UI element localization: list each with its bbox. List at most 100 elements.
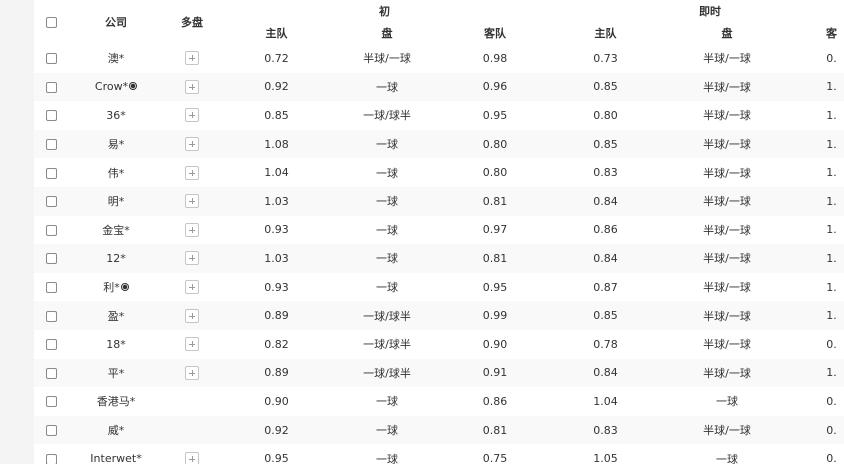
early-line: 一球 — [376, 195, 398, 209]
live-home-odds: 0.73 — [593, 51, 618, 65]
expand-plus-icon[interactable] — [185, 251, 199, 266]
header-company: 公司 — [105, 16, 127, 29]
header-early-line: 盘 — [381, 27, 393, 40]
soccer-ball-icon — [129, 82, 138, 91]
header-live-away: 客 — [826, 27, 838, 40]
company-cell: 易* — [68, 130, 164, 159]
multi-cell — [164, 216, 220, 245]
expand-plus-icon[interactable] — [185, 79, 199, 94]
company-cell: Interwet* — [68, 444, 164, 464]
table-row: 澳* 0.72 半球/一球 0.98 0.73 半球/一球 0. — [34, 44, 844, 73]
live-away-odds: 1. — [826, 280, 837, 294]
row-checkbox[interactable] — [45, 110, 57, 122]
multi-cell — [164, 44, 220, 73]
select-all-checkbox[interactable] — [45, 17, 57, 28]
expand-plus-icon[interactable] — [185, 365, 199, 380]
early-away-odds: 0.98 — [482, 51, 508, 65]
early-away-odds: 0.81 — [482, 194, 508, 208]
company-cell: 利* — [68, 273, 164, 302]
row-checkbox[interactable] — [45, 139, 57, 151]
live-away-odds: 1. — [826, 194, 837, 208]
live-line: 半球/一球 — [703, 338, 751, 352]
company-name: 平* — [107, 366, 125, 380]
select-all-cell — [34, 0, 68, 44]
table-row: 12* 1.03 一球 0.81 0.84 半球/一球 1. — [34, 244, 844, 273]
row-select-cell — [34, 244, 68, 273]
row-checkbox[interactable] — [45, 53, 57, 65]
early-away-odds: 0.97 — [482, 223, 508, 237]
early-away-odds: 0.80 — [482, 166, 508, 180]
row-checkbox[interactable] — [45, 224, 57, 236]
live-away-odds: 0. — [826, 452, 837, 464]
table-row: 易* 1.08 一球 0.80 0.85 半球/一球 1. — [34, 129, 844, 159]
early-home-odds: 0.82 — [264, 337, 289, 351]
early-line: 一球 — [376, 223, 398, 237]
row-checkbox[interactable] — [45, 282, 57, 294]
row-checkbox[interactable] — [45, 310, 57, 322]
company-name: 18* — [106, 337, 126, 351]
multi-cell — [164, 187, 220, 216]
multi-cell — [164, 330, 220, 359]
header-early-home: 主队 — [265, 27, 288, 40]
early-home-odds: 0.93 — [264, 223, 289, 237]
early-away-odds: 0.99 — [482, 309, 508, 323]
expand-plus-icon[interactable] — [185, 194, 199, 209]
soccer-ball-icon — [120, 283, 129, 292]
live-away-odds: 0. — [826, 337, 837, 351]
live-line: 半球/一球 — [703, 366, 751, 380]
live-home-odds: 1.04 — [593, 394, 618, 408]
expand-plus-icon[interactable] — [185, 137, 199, 152]
expand-plus-icon[interactable] — [185, 308, 199, 323]
expand-plus-icon[interactable] — [185, 337, 199, 352]
expand-plus-icon[interactable] — [185, 51, 199, 66]
live-line: 半球/一球 — [703, 166, 751, 180]
early-line: 一球 — [376, 138, 398, 152]
expand-plus-icon[interactable] — [185, 280, 199, 295]
multi-cell — [164, 101, 220, 130]
expand-plus-icon[interactable] — [185, 108, 199, 123]
row-checkbox[interactable] — [45, 196, 57, 208]
live-home-odds: 0.78 — [593, 337, 618, 351]
table-row: 金宝* 0.93 一球 0.97 0.86 半球/一球 1. — [34, 216, 844, 245]
row-checkbox[interactable] — [45, 425, 57, 437]
row-checkbox[interactable] — [45, 367, 57, 379]
live-away-odds: 1. — [826, 108, 837, 122]
live-home-odds: 0.85 — [593, 80, 618, 94]
expand-plus-icon[interactable] — [185, 165, 199, 180]
company-name: 金宝* — [102, 223, 130, 237]
table-row: Interwet* 0.95 一球 0.75 1.05 一球 0. — [34, 444, 844, 464]
expand-plus-icon[interactable] — [185, 222, 199, 237]
live-line: 半球/一球 — [703, 195, 751, 209]
company-cell: 12* — [68, 244, 164, 273]
multi-cell — [164, 244, 220, 273]
row-select-cell — [34, 187, 68, 216]
early-line: 一球 — [376, 424, 398, 438]
live-home-odds: 0.80 — [593, 108, 618, 122]
multi-cell — [164, 387, 220, 416]
row-checkbox[interactable] — [45, 453, 57, 464]
row-checkbox[interactable] — [45, 339, 57, 351]
company-cell: 18* — [68, 330, 164, 359]
company-name: Crow* — [94, 80, 129, 94]
company-cell: Crow* — [68, 73, 164, 102]
live-away-odds: 0. — [826, 394, 837, 408]
live-line: 半球/一球 — [703, 252, 751, 266]
early-line: 一球/球半 — [363, 366, 411, 380]
expand-plus-icon[interactable] — [185, 451, 199, 464]
company-cell: 盈* — [68, 301, 164, 330]
live-away-odds: 1. — [826, 223, 837, 237]
row-checkbox[interactable] — [45, 81, 57, 93]
live-home-odds: 0.86 — [593, 223, 618, 237]
early-line: 一球/球半 — [363, 109, 411, 123]
early-home-odds: 0.93 — [264, 280, 289, 294]
row-checkbox[interactable] — [45, 167, 57, 179]
early-line: 一球 — [376, 452, 398, 464]
row-checkbox[interactable] — [45, 253, 57, 265]
early-line: 一球 — [376, 395, 398, 409]
table-row: Crow* 0.92 一球 0.96 0.85 半球/一球 1. — [34, 72, 844, 102]
early-line: 一球 — [376, 80, 398, 94]
row-checkbox[interactable] — [45, 396, 57, 408]
row-select-cell — [34, 330, 68, 359]
early-line: 半球/一球 — [363, 52, 411, 66]
early-home-odds: 1.04 — [264, 166, 289, 180]
